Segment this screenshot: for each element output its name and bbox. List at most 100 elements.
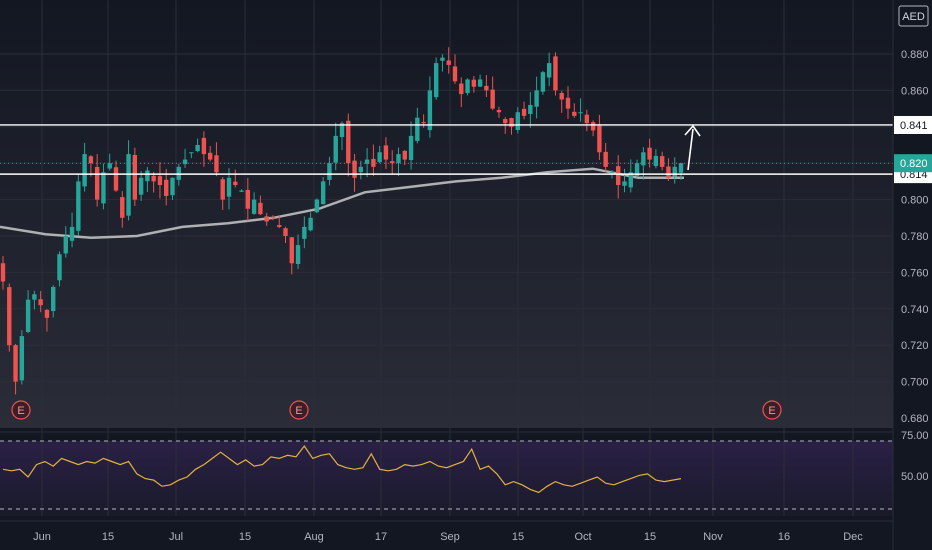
candle-body xyxy=(402,150,407,160)
price-tick-label: 0.720 xyxy=(901,340,929,352)
earnings-marker-label: E xyxy=(295,405,302,417)
price-tick-label: 0.860 xyxy=(901,85,929,97)
price-chart[interactable]: E E E 0.880 0.860 0.800 0.780 0.760 0.740 0.720 0… xyxy=(0,0,932,550)
candle-body xyxy=(603,151,608,167)
candle xyxy=(553,52,558,96)
candle-body xyxy=(528,104,533,115)
candle-body xyxy=(13,345,18,382)
candle-body xyxy=(546,63,552,78)
candle-body xyxy=(383,145,389,160)
price-pane-background xyxy=(0,0,893,428)
candle-body xyxy=(659,156,665,167)
candle xyxy=(314,198,320,214)
candle-body xyxy=(427,90,433,131)
candle-body xyxy=(622,181,627,186)
candle-body xyxy=(314,199,320,213)
time-tick-label: 17 xyxy=(375,531,387,543)
candle-body xyxy=(94,167,100,200)
candle-body xyxy=(616,166,621,186)
candle-body xyxy=(484,85,489,91)
candle-body xyxy=(214,155,219,173)
time-tick-label: Aug xyxy=(304,531,324,543)
candle xyxy=(540,70,546,95)
candle-body xyxy=(408,135,414,161)
candle-body xyxy=(459,83,464,95)
price-tick-label: 0.740 xyxy=(901,304,929,316)
candle-body xyxy=(82,154,87,187)
candle xyxy=(76,173,81,236)
candle-body xyxy=(503,119,508,124)
candle-body xyxy=(207,152,213,160)
candle-body xyxy=(320,181,326,205)
candle-body xyxy=(0,263,6,282)
rsi-pane-background xyxy=(0,441,893,516)
price-tick-label: 0.700 xyxy=(901,377,929,389)
rsi-tick-label: 75.00 xyxy=(901,430,929,442)
time-tick-label: Jun xyxy=(33,531,51,543)
last-price-badge: 0.820 xyxy=(894,154,932,173)
candle-body xyxy=(452,66,458,82)
candle-body xyxy=(565,97,571,109)
currency-badge[interactable]: AED xyxy=(898,5,929,27)
candle-body xyxy=(590,122,596,131)
candle-body xyxy=(308,217,313,231)
candle-body xyxy=(283,228,288,236)
last-price-badge-text: 0.820 xyxy=(900,158,928,170)
candle xyxy=(433,57,439,100)
candle-body xyxy=(189,152,194,154)
currency-label: AED xyxy=(902,11,925,23)
candle-body xyxy=(515,112,520,131)
candle-body xyxy=(245,189,251,209)
candle-body xyxy=(138,177,144,195)
candle-body xyxy=(559,93,564,100)
candle-body xyxy=(69,226,75,241)
candle-body xyxy=(57,254,62,281)
candle-body xyxy=(120,197,125,218)
candle-body xyxy=(145,170,150,182)
candle-body xyxy=(584,114,590,124)
candle-body xyxy=(19,336,25,381)
time-tick-label: 16 xyxy=(778,531,790,543)
chart-window: E E E 0.880 0.860 0.800 0.780 0.760 0.740 0.720 0… xyxy=(0,0,932,550)
candle-body xyxy=(496,109,502,113)
candle xyxy=(19,330,25,385)
candle-body xyxy=(32,294,37,300)
earnings-marker[interactable]: E xyxy=(289,400,309,420)
candle-body xyxy=(233,181,238,186)
time-tick-label: 15 xyxy=(644,531,656,543)
earnings-marker-label: E xyxy=(17,405,24,417)
candle-body xyxy=(597,125,602,153)
candle-body xyxy=(201,137,207,155)
candle-body xyxy=(51,286,56,312)
candle-body xyxy=(264,216,269,222)
candle-body xyxy=(415,117,420,141)
time-tick-label: Jul xyxy=(169,531,183,543)
earnings-marker-label: E xyxy=(768,405,775,417)
candle-body xyxy=(490,89,495,109)
earnings-marker[interactable]: E xyxy=(762,400,782,420)
candle-body xyxy=(327,163,332,180)
earnings-marker[interactable]: E xyxy=(11,400,31,420)
price-tick-label: 0.680 xyxy=(901,413,929,425)
candle-body xyxy=(534,90,539,107)
candle-body xyxy=(88,156,94,164)
candle xyxy=(7,283,12,352)
price-tick-label: 0.800 xyxy=(901,195,929,207)
candle-body xyxy=(672,166,677,177)
candle-body xyxy=(333,135,338,163)
candle-body xyxy=(377,152,382,163)
candle-body xyxy=(477,79,483,87)
candle-body xyxy=(521,108,527,116)
candle-body xyxy=(653,155,659,167)
candle-body xyxy=(170,177,175,196)
time-tick-label: 15 xyxy=(102,531,114,543)
candle-body xyxy=(346,120,351,164)
candle-body xyxy=(440,57,445,61)
candle-body xyxy=(609,172,615,174)
candle-body xyxy=(151,175,156,182)
candle-body xyxy=(572,111,577,116)
time-tick-label: Sep xyxy=(440,531,460,543)
candle xyxy=(465,78,470,96)
candle-body xyxy=(270,217,276,219)
candle-body xyxy=(195,145,200,152)
